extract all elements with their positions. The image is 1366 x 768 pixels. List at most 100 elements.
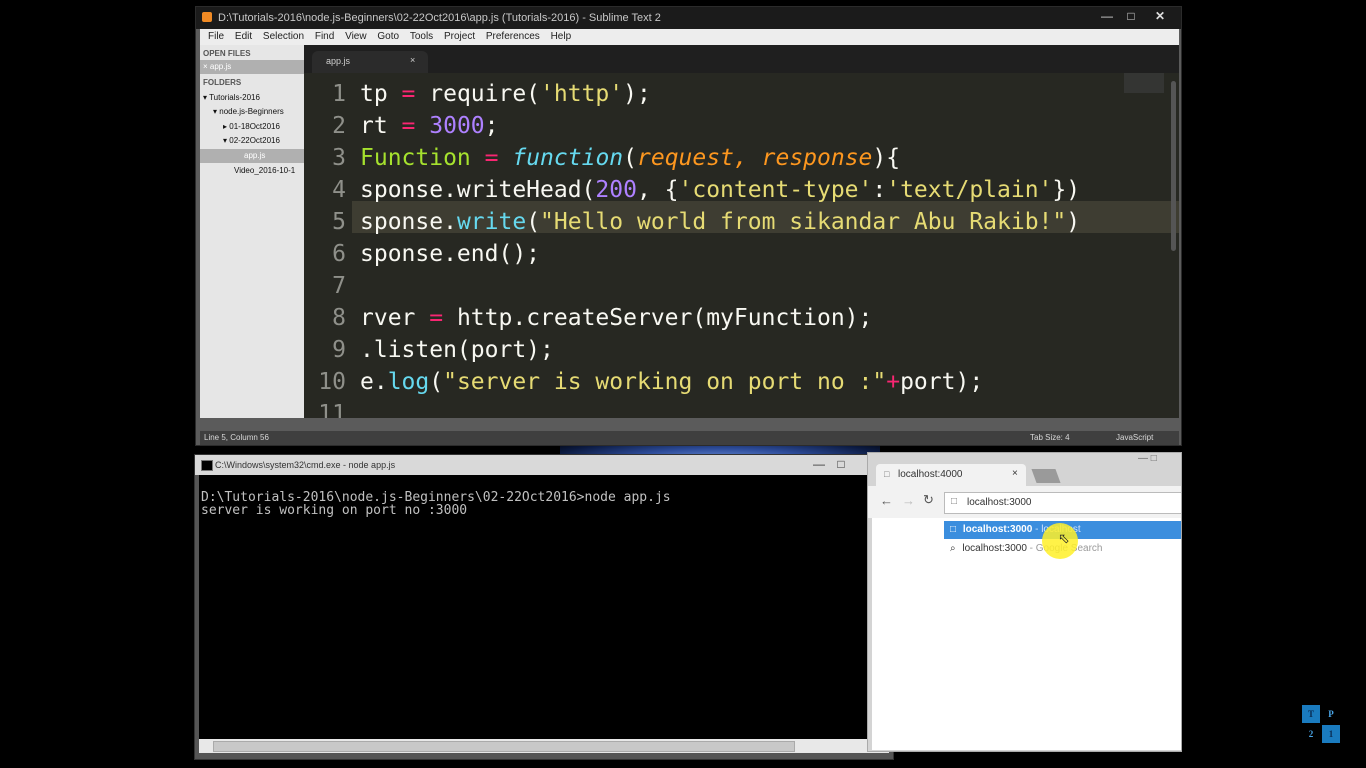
page-icon: □	[951, 496, 958, 507]
code-token: (	[623, 145, 637, 171]
window-controls[interactable]: — □	[1138, 453, 1178, 469]
code-token: , {	[636, 177, 679, 203]
line-number: 2	[332, 113, 346, 139]
console-output[interactable]: D:\Tutorials-2016\node.js-Beginners\02-2…	[199, 475, 889, 739]
tab-appjs[interactable]: app.js ×	[312, 51, 428, 73]
code-line-10: e.log("server is working on port no :"+p…	[360, 366, 983, 398]
logo-letter: P	[1322, 705, 1340, 723]
page-icon: □	[950, 524, 957, 535]
menu-preferences[interactable]: Preferences	[486, 29, 540, 45]
line-number: 6	[332, 241, 346, 267]
code-token: sponse.writeHead(	[360, 177, 596, 203]
tab-close-icon[interactable]: ×	[1012, 468, 1018, 479]
menu-help[interactable]: Help	[551, 29, 572, 45]
tree-label: node.js-Beginners	[219, 107, 284, 116]
sublime-app-icon	[202, 12, 212, 22]
cursor-position: Line 5, Column 56	[204, 433, 269, 442]
menu-file[interactable]: File	[208, 29, 224, 45]
tab-close-icon[interactable]: ×	[410, 55, 415, 65]
menu-project[interactable]: Project	[444, 29, 475, 45]
tree-item-tutorials[interactable]: ▾ Tutorials-2016	[200, 91, 307, 105]
code-token: function	[512, 145, 624, 171]
vertical-scrollbar[interactable]	[1171, 81, 1176, 251]
tab-bar: app.js ×	[304, 45, 1179, 73]
line-number: 10	[318, 369, 346, 395]
chevron-down-icon: ▾	[213, 107, 218, 116]
suggestion-main: localhost:3000	[962, 524, 1033, 535]
address-bar[interactable]: □ localhost:3000	[944, 492, 1181, 514]
reload-icon[interactable]: ↻	[923, 492, 934, 508]
title-bar[interactable]: D:\Tutorials-2016\node.js-Beginners\02-2…	[196, 7, 1181, 29]
menu-bar: File Edit Selection Find View Goto Tools…	[200, 29, 1179, 45]
code-token: .listen(port);	[360, 337, 554, 363]
code-token: 'http'	[540, 81, 624, 107]
code-token: request, response	[637, 145, 873, 171]
scrollbar-thumb[interactable]	[213, 741, 795, 752]
tree-label: 01-18Oct2016	[229, 122, 280, 131]
menu-selection[interactable]: Selection	[263, 29, 304, 45]
code-token: e.	[360, 369, 388, 395]
menu-goto[interactable]: Goto	[377, 29, 399, 45]
close-icon[interactable]: ✕	[1146, 7, 1174, 25]
logo-letter: T	[1302, 705, 1320, 723]
line-number: 4	[332, 177, 346, 203]
code-line-9: .listen(port);	[360, 334, 554, 366]
menu-edit[interactable]: Edit	[235, 29, 252, 45]
back-icon[interactable]: ←	[880, 493, 893, 508]
horizontal-scrollbar[interactable]	[199, 739, 889, 753]
status-bar: Line 5, Column 56 Tab Size: 4 JavaScript	[200, 431, 1179, 445]
syntax-mode[interactable]: JavaScript	[1116, 431, 1153, 445]
minimize-icon[interactable]: —	[1096, 7, 1118, 25]
code-token: =	[401, 81, 416, 107]
code-token: ;	[484, 113, 499, 139]
address-input[interactable]: localhost:3000	[967, 497, 1032, 508]
logo-letter: 1	[1322, 725, 1340, 743]
code-line-3: Function = function(request, response){	[360, 142, 900, 174]
open-files-header: OPEN FILES	[203, 49, 251, 58]
menu-tools[interactable]: Tools	[410, 29, 433, 45]
code-editor[interactable]: 1 2 3 4 5 6 7 8 9 10 11 tp = require('ht…	[304, 73, 1179, 418]
chevron-down-icon: ▾	[223, 136, 228, 145]
code-line-5: sponse.write("Hello world from sikandar …	[360, 206, 1080, 238]
close-file-icon[interactable]: ×	[203, 62, 208, 71]
tree-label: Tutorials-2016	[209, 93, 260, 102]
browser-tab[interactable]: □ localhost:4000 ×	[876, 464, 1026, 486]
tab-size[interactable]: Tab Size: 4	[1030, 431, 1070, 445]
chevron-down-icon: ▾	[203, 93, 208, 102]
code-token: port);	[900, 369, 984, 395]
code-line-8: rver = http.createServer(myFunction);	[360, 302, 872, 334]
open-file-item[interactable]: × app.js	[200, 60, 307, 74]
menu-find[interactable]: Find	[315, 29, 334, 45]
code-token: ){	[872, 145, 901, 171]
code-token: rver	[360, 305, 430, 331]
code-token: write	[456, 209, 527, 235]
tree-item-nodejs[interactable]: ▾ node.js-Beginners	[200, 105, 317, 119]
minimize-icon[interactable]: —	[809, 455, 829, 473]
tab-label: app.js	[326, 56, 351, 66]
code-token: (	[429, 369, 444, 395]
window-title: C:\Windows\system32\cmd.exe - node app.j…	[215, 460, 396, 470]
code-line-2: rt = 3000;	[360, 110, 499, 142]
console-line: server is working on port no :3000	[201, 503, 468, 518]
line-number: 1	[332, 81, 346, 107]
new-tab-button[interactable]	[1031, 469, 1061, 483]
code-token: +	[886, 369, 901, 395]
maximize-icon[interactable]: □	[831, 455, 851, 473]
code-token: tp	[360, 81, 402, 107]
forward-icon[interactable]: →	[902, 493, 915, 508]
cmd-app-icon	[201, 460, 213, 471]
code-token: 200	[595, 177, 637, 203]
title-bar[interactable]: C:\Windows\system32\cmd.exe - node app.j…	[195, 455, 893, 475]
code-token: })	[1052, 177, 1081, 203]
menu-view[interactable]: View	[345, 29, 367, 45]
maximize-icon[interactable]: □	[1120, 7, 1142, 25]
suggestion-main: localhost:3000	[962, 543, 1027, 554]
tab-title: localhost:4000	[898, 469, 963, 480]
minimap[interactable]	[1124, 73, 1164, 93]
open-file-label: app.js	[209, 62, 232, 71]
line-number-gutter: 1 2 3 4 5 6 7 8 9 10 11	[304, 73, 352, 418]
code-token: =	[484, 145, 499, 171]
code-token: 'text/plain'	[886, 177, 1053, 203]
